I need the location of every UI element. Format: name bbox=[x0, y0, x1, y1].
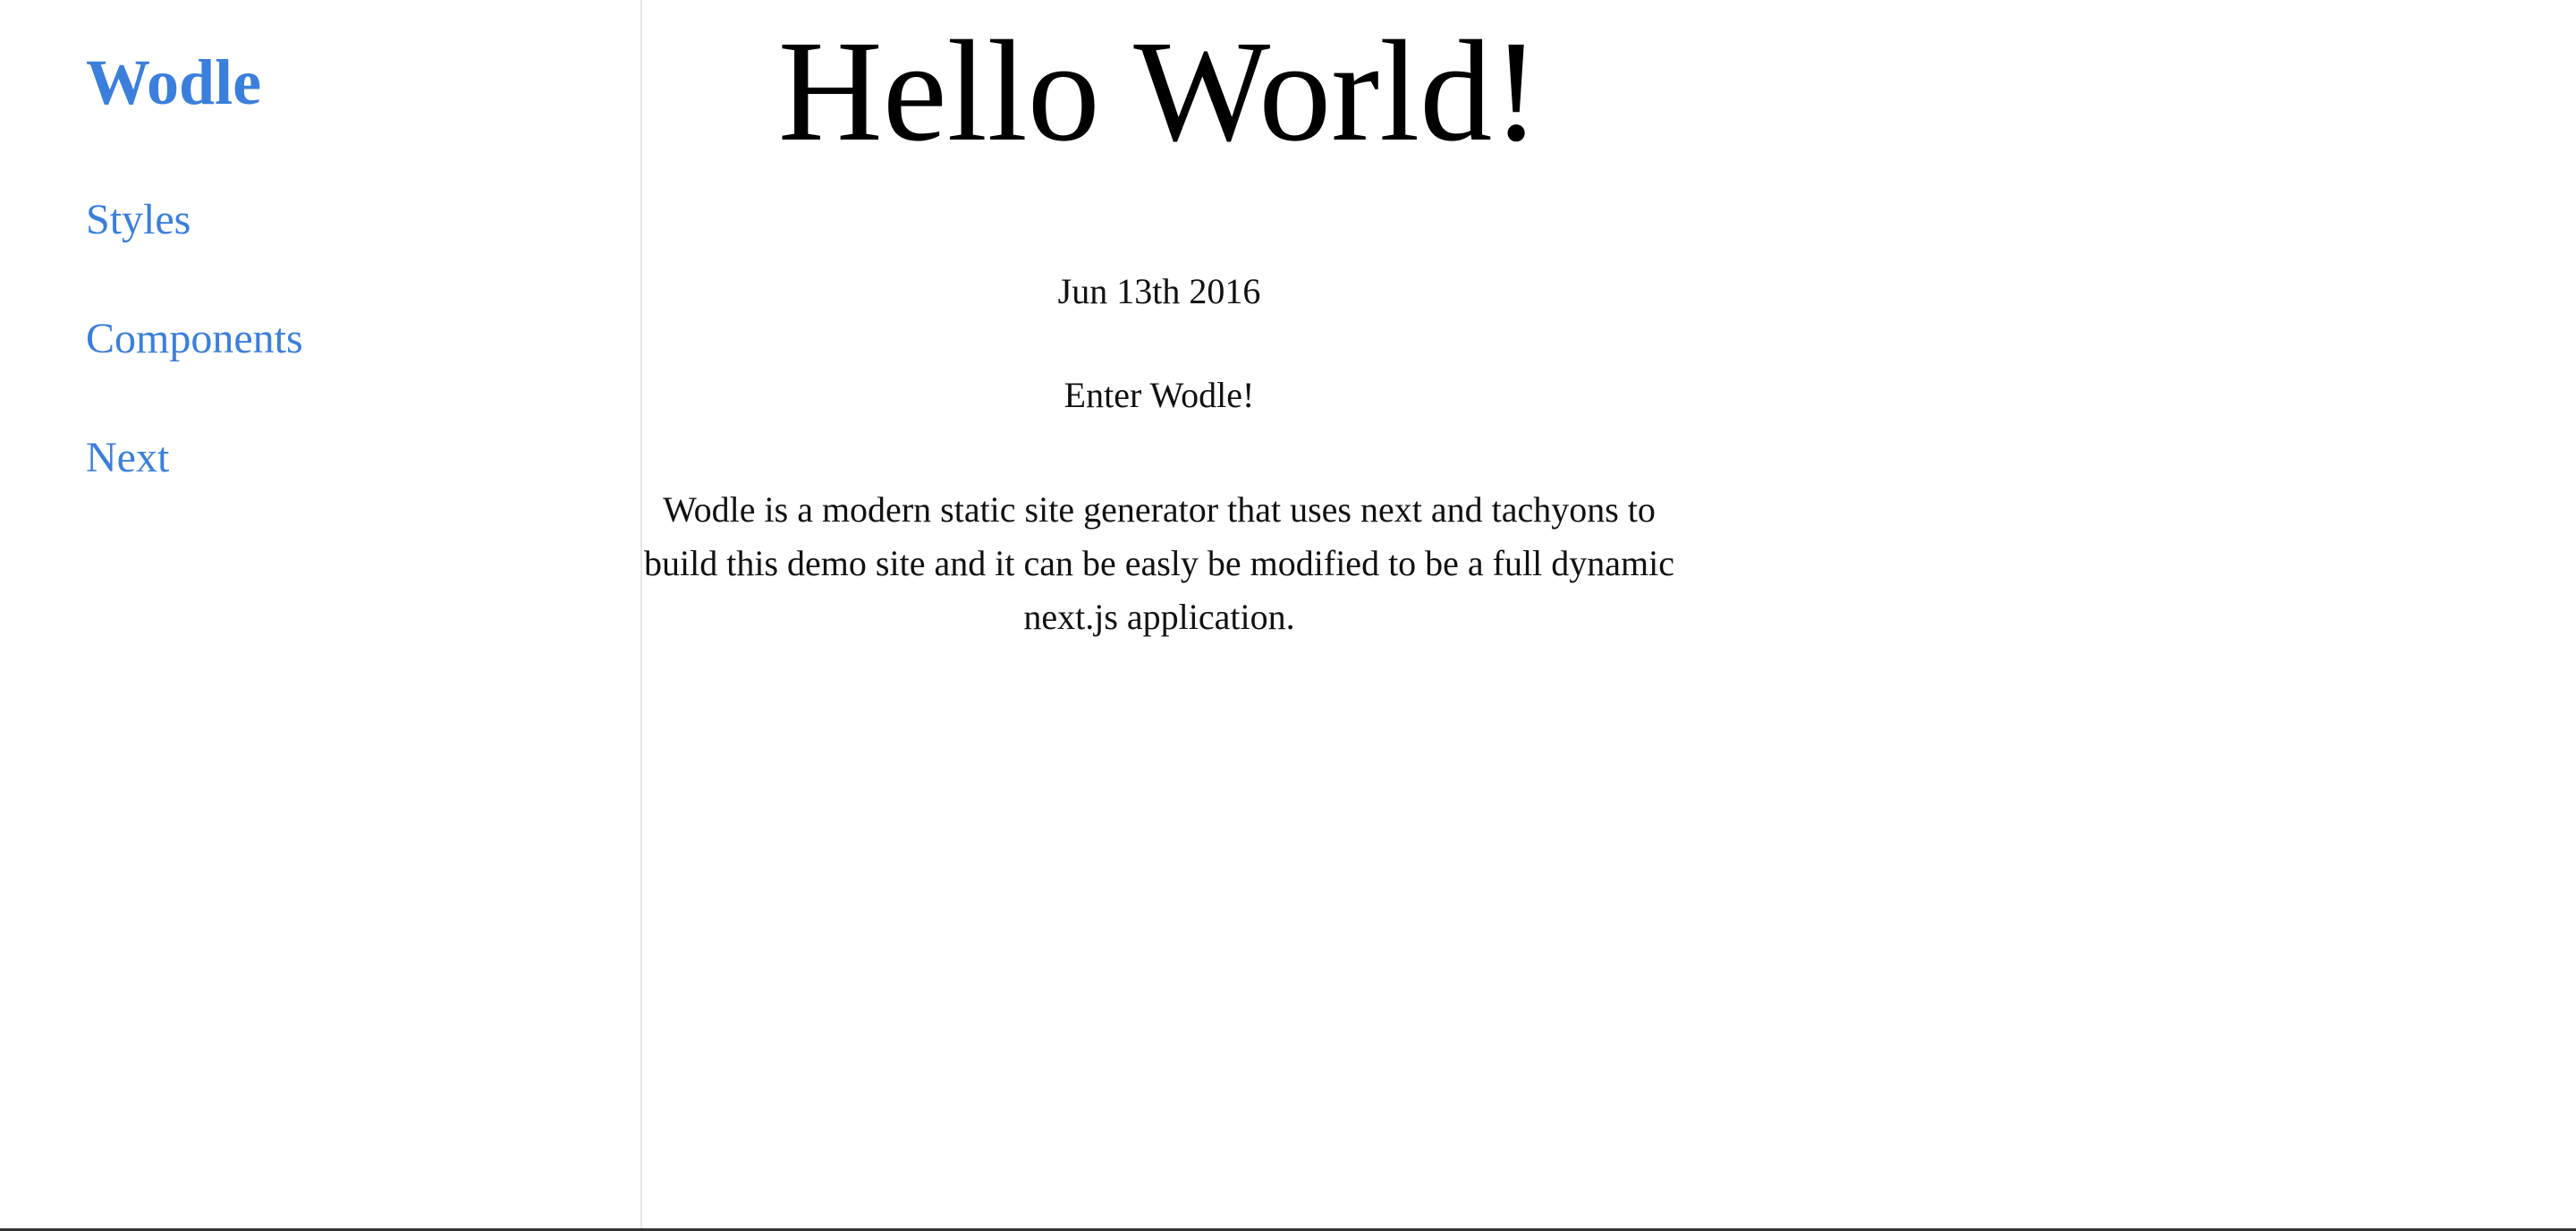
sidebar: Wodle Styles Components Next bbox=[0, 0, 642, 1228]
brand-link[interactable]: Wodle bbox=[86, 50, 261, 115]
nav-link-styles[interactable]: Styles bbox=[86, 199, 191, 242]
post-body: Wodle is a modern static site generator … bbox=[644, 489, 1674, 637]
post-date: Jun 13th 2016 bbox=[1057, 271, 1261, 311]
nav-link-next[interactable]: Next bbox=[86, 437, 169, 480]
nav-link-components[interactable]: Components bbox=[86, 318, 303, 361]
main-content: Hello World! Jun 13th 2016 Enter Wodle! … bbox=[644, 0, 2576, 1228]
page-title: Hello World! bbox=[777, 12, 1541, 172]
post-intro: Enter Wodle! bbox=[1063, 375, 1255, 415]
